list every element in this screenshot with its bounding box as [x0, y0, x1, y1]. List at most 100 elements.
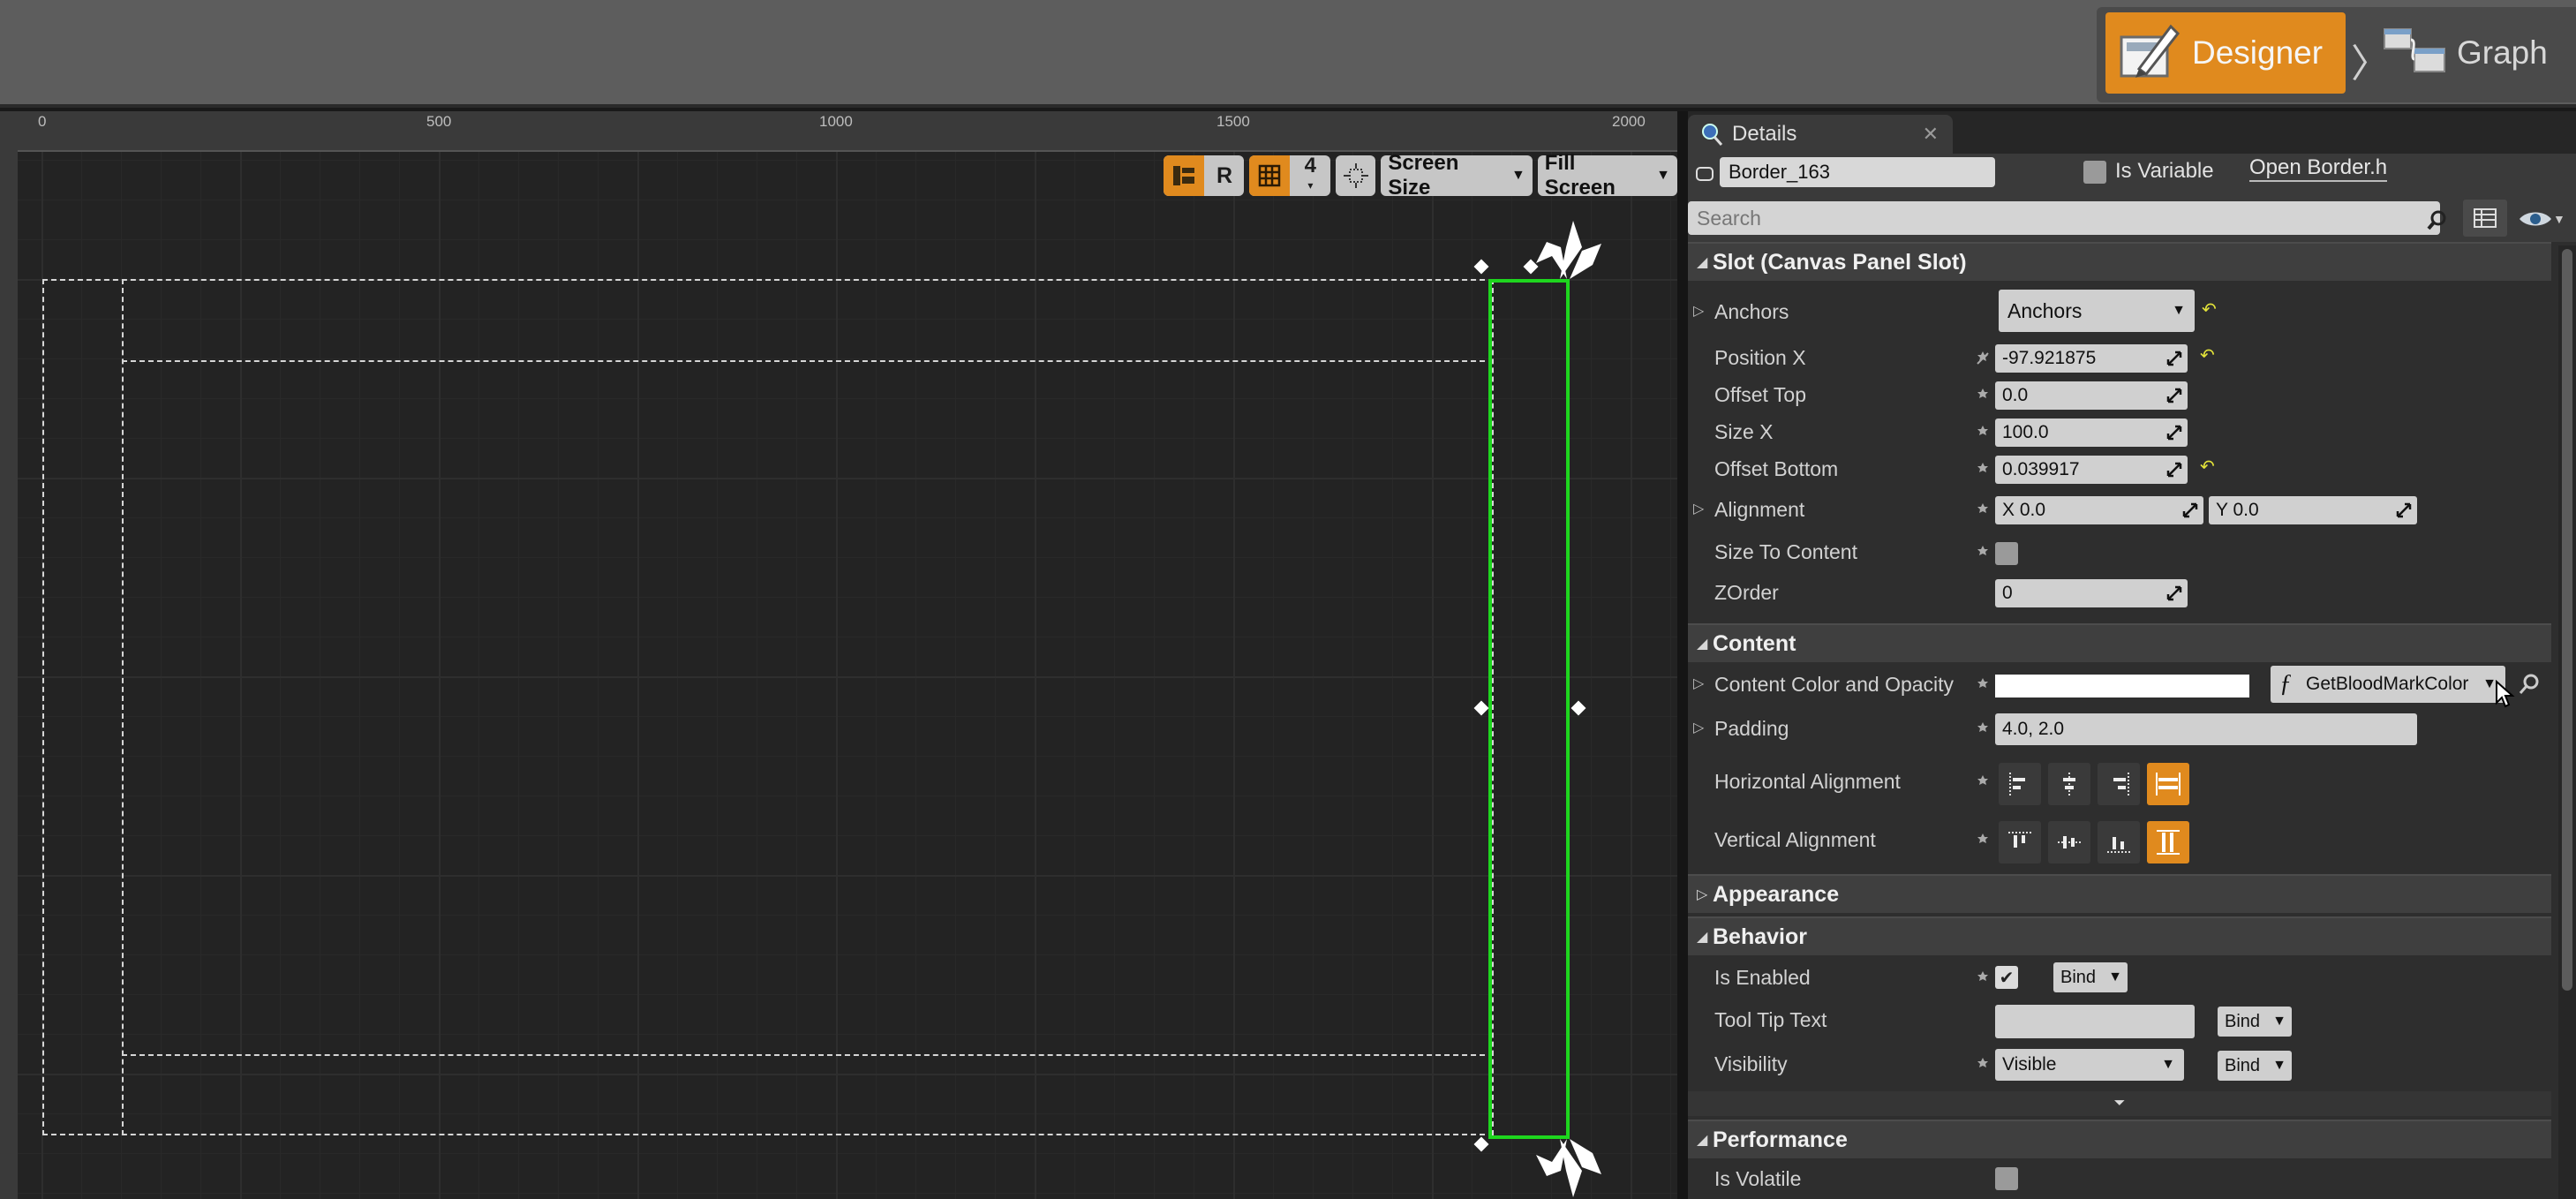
- expand-arrow-icon[interactable]: ▷: [1693, 302, 1704, 320]
- category-content[interactable]: ◢ Content: [1688, 623, 2551, 662]
- alignment-y-input[interactable]: Y 0.0: [2209, 496, 2417, 524]
- is-enabled-bind-dropdown[interactable]: Bind ▼: [2053, 962, 2128, 992]
- details-scrollbar[interactable]: [2558, 245, 2576, 1199]
- guide-line: [122, 1054, 1494, 1056]
- animate-property-icon[interactable]: [1972, 830, 1993, 851]
- padding-input[interactable]: 4.0, 2.0: [1995, 713, 2417, 745]
- bind-label: Bind: [2225, 1055, 2261, 1075]
- alignment-x-value: X 0.0: [2002, 500, 2046, 520]
- r-toggle-button[interactable]: R: [1204, 155, 1244, 196]
- grid-snap-value-dropdown[interactable]: 4 ▾: [1290, 155, 1329, 196]
- panel-splitter[interactable]: [1677, 111, 1688, 1199]
- property-label: Position X: [1714, 346, 1806, 369]
- color-binding-dropdown[interactable]: ƒ GetBloodMarkColor ▼: [2271, 666, 2505, 703]
- category-title: Content: [1713, 630, 1796, 656]
- v-align-fill-button[interactable]: [2147, 821, 2189, 863]
- expand-advanced-icon: ⏷: [2113, 1096, 2126, 1111]
- align-fill-vertical-icon: [2157, 830, 2180, 855]
- is-variable-checkbox[interactable]: [2083, 161, 2106, 184]
- zoom-to-fit-button[interactable]: [1336, 155, 1376, 196]
- reset-to-default-icon[interactable]: ↶: [2200, 344, 2215, 366]
- resize-handle[interactable]: [1570, 700, 1586, 716]
- visibility-bind-dropdown[interactable]: Bind ▼: [2218, 1051, 2292, 1081]
- close-icon[interactable]: ✕: [1923, 123, 1939, 146]
- fill-screen-dropdown[interactable]: Fill Screen ▼: [1537, 151, 1677, 200]
- animate-property-icon[interactable]: [1972, 500, 1993, 521]
- details-tab-title: Details: [1732, 122, 1797, 146]
- property-row-zorder: ZOrder 0: [1688, 574, 2551, 613]
- chevron-down-icon: ▼: [2553, 212, 2565, 226]
- graph-icon: [2384, 28, 2445, 72]
- h-align-center-button[interactable]: [2048, 763, 2090, 805]
- is-enabled-checkbox[interactable]: ✔: [1995, 966, 2018, 989]
- designer-mode-button[interactable]: Designer: [2105, 12, 2346, 94]
- grid-snap-button[interactable]: [1249, 155, 1291, 196]
- size-x-input[interactable]: 100.0: [1995, 419, 2188, 447]
- graph-mode-button[interactable]: Graph: [2379, 12, 2576, 94]
- search-input[interactable]: Search: [1688, 201, 2440, 235]
- designer-icon: [2120, 24, 2180, 78]
- details-tab-bar: Details ✕: [1688, 111, 2576, 154]
- animate-property-icon[interactable]: [1972, 719, 1993, 740]
- color-swatch[interactable]: [1995, 675, 2249, 698]
- anchor-medallion-icon[interactable]: [1527, 1135, 1607, 1197]
- property-row-visibility: Visibility Visible ▼ Bind ▼: [1688, 1045, 2551, 1084]
- animate-property-icon[interactable]: [1972, 459, 1993, 480]
- respect-locks-button[interactable]: [1164, 155, 1204, 196]
- mode-switcher: Designer 〉 Graph: [2097, 7, 2576, 102]
- animate-property-icon[interactable]: [1972, 675, 1993, 696]
- chevron-down-icon: ▼: [2161, 1057, 2175, 1072]
- align-top-icon: [2008, 832, 2031, 848]
- animate-property-icon[interactable]: [1972, 348, 1993, 369]
- category-performance[interactable]: ◢ Performance: [1688, 1120, 2551, 1158]
- designer-viewport[interactable]: 0 500 1000 1500 2000 R 4 ▾ Screen Size ▼…: [0, 111, 1677, 1199]
- category-behavior[interactable]: ◢ Behavior: [1688, 916, 2551, 955]
- expand-arrow-icon[interactable]: ▷: [1693, 675, 1704, 692]
- v-align-top-button[interactable]: [1999, 821, 2041, 863]
- reset-to-default-icon[interactable]: ↶: [2200, 456, 2215, 478]
- open-header-link[interactable]: Open Border.h: [2249, 155, 2388, 182]
- animate-property-icon[interactable]: [1972, 385, 1993, 406]
- animate-property-icon[interactable]: [1972, 542, 1993, 563]
- tooltip-text-input[interactable]: [1995, 1005, 2195, 1038]
- property-label: Is Enabled: [1714, 966, 1811, 989]
- widget-name-input[interactable]: Border_163: [1720, 157, 1995, 187]
- resize-handle[interactable]: [1473, 1136, 1489, 1152]
- is-volatile-checkbox[interactable]: [1995, 1167, 2018, 1190]
- anchors-dropdown[interactable]: Anchors ▼: [1999, 290, 2195, 332]
- tooltip-bind-dropdown[interactable]: Bind ▼: [2218, 1007, 2292, 1037]
- tab-details[interactable]: Details ✕: [1688, 115, 1953, 154]
- animate-property-icon[interactable]: [1972, 1054, 1993, 1075]
- h-align-right-button[interactable]: [2098, 763, 2140, 805]
- position-x-input[interactable]: -97.921875: [1995, 344, 2188, 373]
- reset-to-default-icon[interactable]: ↶: [2202, 298, 2217, 320]
- visibility-dropdown[interactable]: Visible ▼: [1995, 1049, 2184, 1081]
- resize-handle[interactable]: [1473, 259, 1489, 275]
- offset-top-value: 0.0: [2002, 385, 2029, 405]
- expand-arrow-icon[interactable]: ▷: [1693, 500, 1704, 517]
- selected-border-widget[interactable]: [1488, 279, 1570, 1139]
- animate-property-icon[interactable]: [1972, 968, 1993, 989]
- category-title: Behavior: [1713, 924, 1807, 949]
- property-matrix-button[interactable]: [2463, 200, 2507, 237]
- show-advanced-button[interactable]: ⏷: [1688, 1091, 2551, 1116]
- scrollbar-thumb[interactable]: [2562, 249, 2572, 991]
- alignment-x-input[interactable]: X 0.0: [1995, 496, 2203, 524]
- animate-property-icon[interactable]: [1972, 772, 1993, 793]
- size-to-content-checkbox[interactable]: [1995, 542, 2018, 565]
- visibility-filter-button[interactable]: ▼: [2518, 203, 2571, 235]
- zorder-input[interactable]: 0: [1995, 579, 2188, 607]
- screen-size-dropdown[interactable]: Screen Size ▼: [1381, 151, 1533, 200]
- offset-bottom-input[interactable]: 0.039917: [1995, 456, 2188, 484]
- anchor-medallion-icon[interactable]: [1527, 221, 1607, 283]
- v-align-center-button[interactable]: [2048, 821, 2090, 863]
- h-align-left-button[interactable]: [1999, 763, 2041, 805]
- v-align-bottom-button[interactable]: [2098, 821, 2140, 863]
- browse-function-icon[interactable]: [2518, 673, 2541, 696]
- category-slot[interactable]: ◢ Slot (Canvas Panel Slot): [1688, 242, 2551, 281]
- h-align-fill-button[interactable]: [2147, 763, 2189, 805]
- category-appearance[interactable]: ▷ Appearance: [1688, 874, 2551, 913]
- expand-arrow-icon[interactable]: ▷: [1693, 719, 1704, 736]
- animate-property-icon[interactable]: [1972, 422, 1993, 443]
- offset-top-input[interactable]: 0.0: [1995, 381, 2188, 410]
